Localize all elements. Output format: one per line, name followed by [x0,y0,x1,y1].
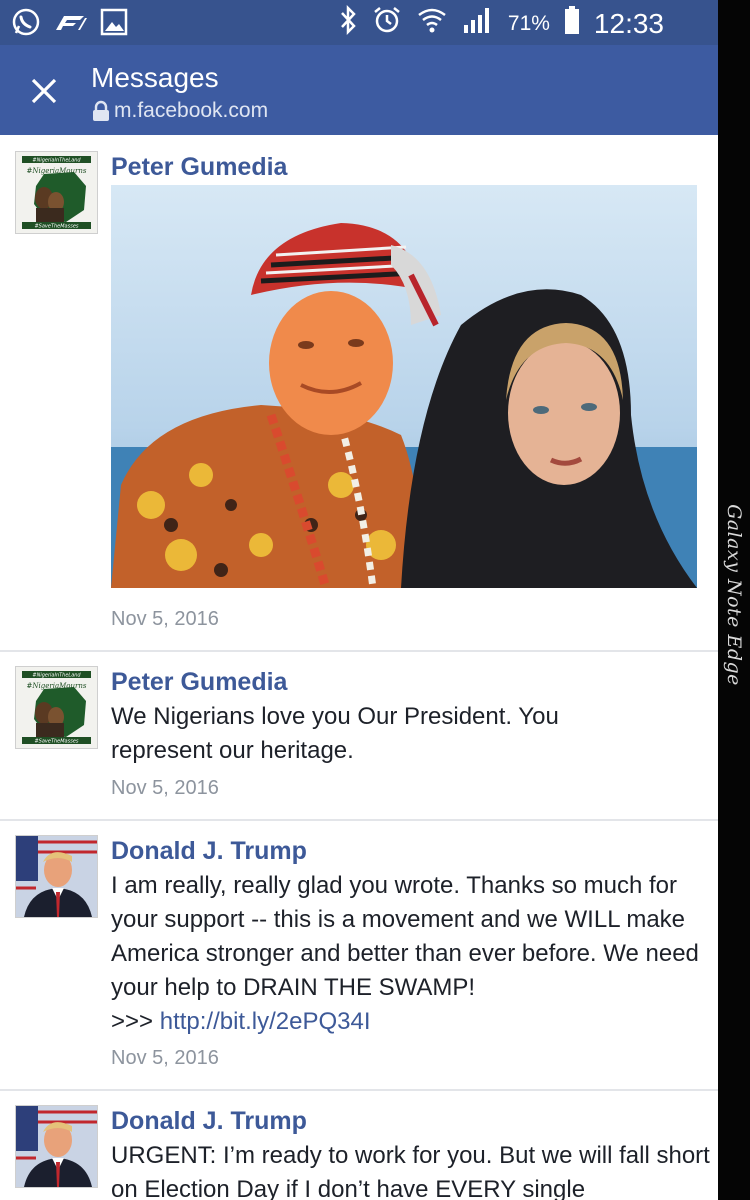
whatsapp-icon [10,6,42,43]
f1-icon [54,10,88,39]
message-item: #NigeriaInTheLand #NigeriaMourns #SaveTh… [0,650,718,821]
avatar-text-bottom: #SaveTheMasses [34,739,78,745]
signal-icon [462,5,494,42]
gallery-icon [100,8,128,41]
avatar[interactable] [15,835,98,918]
bluetooth-icon [338,4,358,42]
message-text: We Nigerians love you Our President. You… [111,703,559,764]
battery-percent: 71% [507,11,550,35]
alarm-icon [372,5,402,42]
avatar[interactable] [15,1105,98,1188]
message-body: I am really, really glad you wrote. Than… [111,872,699,1001]
message-text: I am really, really glad you wrote. Than… [111,869,711,1039]
clock: 12:33 [593,7,664,39]
device-label: Galaxy Note Edge [723,504,745,686]
avatar-text-top: #NigeriaInTheLand [32,158,81,164]
app-bar: Messages m.facebook.com [0,45,718,135]
sender-name[interactable]: Donald J. Trump [111,1107,307,1136]
message-item: Donald J. Trump URGENT: I’m ready to wor… [0,1089,718,1200]
close-button[interactable] [28,75,60,107]
close-icon [31,78,57,104]
wifi-icon [416,5,448,42]
avatar-text-middle: #NigeriaMourns [27,682,87,690]
message-text: URGENT: I’m ready to work for you. But w… [111,1142,710,1200]
message-timestamp: Nov 5, 2016 [111,608,219,630]
sender-name[interactable]: Donald J. Trump [111,837,307,866]
lock-icon [93,100,109,121]
link-prefix: >>> [111,1008,160,1035]
message-item: #NigeriaInTheLand #NigeriaMourns #SaveTh… [0,135,718,652]
avatar[interactable]: #NigeriaInTheLand #NigeriaMourns #SaveTh… [15,151,98,234]
phone-screen: 71% 12:33 Messages m.facebook.com #Niger… [0,0,718,1200]
avatar-text-top: #NigeriaInTheLand [32,673,81,679]
avatar-text-middle: #NigeriaMourns [27,167,87,175]
status-bar: 71% 12:33 [0,0,718,45]
avatar[interactable]: #NigeriaInTheLand #NigeriaMourns #SaveTh… [15,666,98,749]
message-photo[interactable] [111,185,697,590]
battery-icon [564,5,580,42]
url-bar: m.facebook.com [92,99,268,123]
avatar-text-bottom: #SaveTheMasses [34,224,78,230]
message-timestamp: Nov 5, 2016 [111,1047,219,1069]
message-item: Donald J. Trump I am really, really glad… [0,819,718,1091]
page-title: Messages [91,62,219,93]
message-link[interactable]: http://bit.ly/2ePQ34I [160,1008,371,1035]
url-text: m.facebook.com [114,99,269,122]
sender-name[interactable]: Peter Gumedia [111,153,287,182]
sender-name[interactable]: Peter Gumedia [111,668,287,697]
message-timestamp: Nov 5, 2016 [111,777,219,799]
